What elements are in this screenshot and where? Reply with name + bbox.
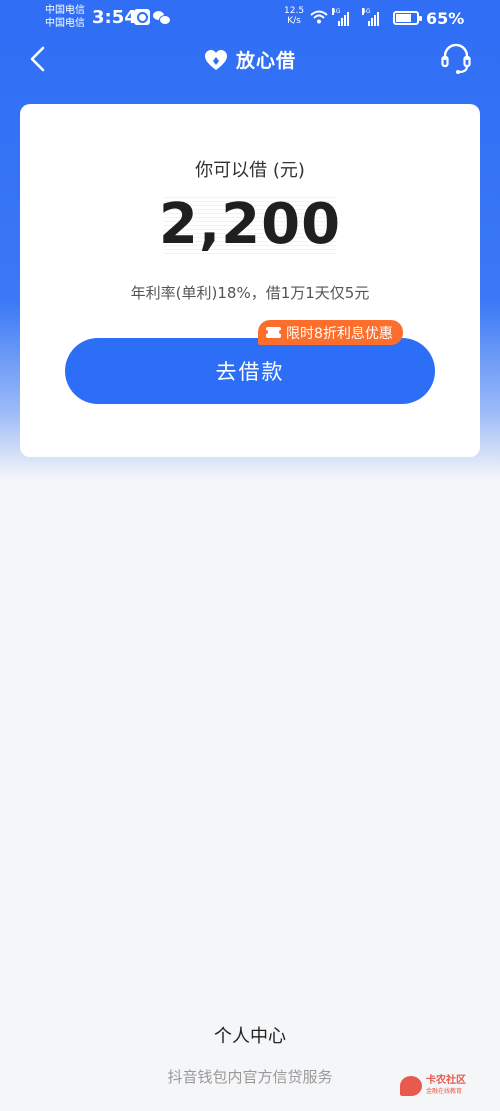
battery-icon <box>393 11 422 25</box>
network-type-1: 4G <box>332 8 341 15</box>
promo-badge: 限时8折利息优惠 <box>258 320 403 345</box>
wechat-icon <box>153 9 171 25</box>
interest-rate-text: 年利率(单利)18%，借1万1天仅5元 <box>130 284 370 302</box>
signal-icon-2: 4G <box>362 8 379 26</box>
personal-center-link[interactable]: 个人中心 <box>0 1022 500 1048</box>
network-speed-unit: K/s <box>287 16 301 26</box>
status-time: 3:54 <box>92 7 137 28</box>
heart-logo-icon <box>204 49 227 70</box>
watermark-sub: 金融在线教育 <box>426 1088 463 1095</box>
status-bar: 中国电信 中国电信 3:54 12.5 K/s 4G 4G 65% <box>0 0 500 36</box>
search-app-icon <box>134 9 150 25</box>
borrow-button[interactable]: 去借款 <box>65 338 435 404</box>
customer-service-icon[interactable] <box>440 42 472 76</box>
carrier-1: 中国电信 <box>45 5 85 16</box>
battery-percent: 65% <box>426 9 465 28</box>
loan-card: 你可以借 (元) 2,200 年利率(单利)18%，借1万1天仅5元 去借款 限… <box>20 104 480 457</box>
borrowable-amount: 2,200 <box>158 192 342 257</box>
carrier-labels: 中国电信 中国电信 <box>45 4 85 30</box>
network-type-2: 4G <box>362 8 371 15</box>
network-speed-value: 12.5 <box>284 6 305 16</box>
nav-title-group: 放心借 <box>0 46 500 73</box>
signal-icon-1: 4G <box>332 8 349 26</box>
watermark-logo-icon <box>400 1076 422 1096</box>
network-speed: 12.5 K/s <box>284 6 304 26</box>
promo-badge-text: 限时8折利息优惠 <box>286 325 393 342</box>
watermark-text: 卡农社区 金融在线教育 <box>426 1075 466 1097</box>
carrier-2: 中国电信 <box>45 18 85 29</box>
watermark: 卡农社区 金融在线教育 <box>400 1068 500 1104</box>
coupon-icon <box>264 327 283 338</box>
borrowable-label: 你可以借 (元) <box>195 160 305 181</box>
nav-title: 放心借 <box>235 50 296 72</box>
wifi-icon <box>310 10 328 24</box>
nav-bar: 放心借 <box>0 36 500 82</box>
watermark-main: 卡农社区 <box>426 1075 466 1086</box>
